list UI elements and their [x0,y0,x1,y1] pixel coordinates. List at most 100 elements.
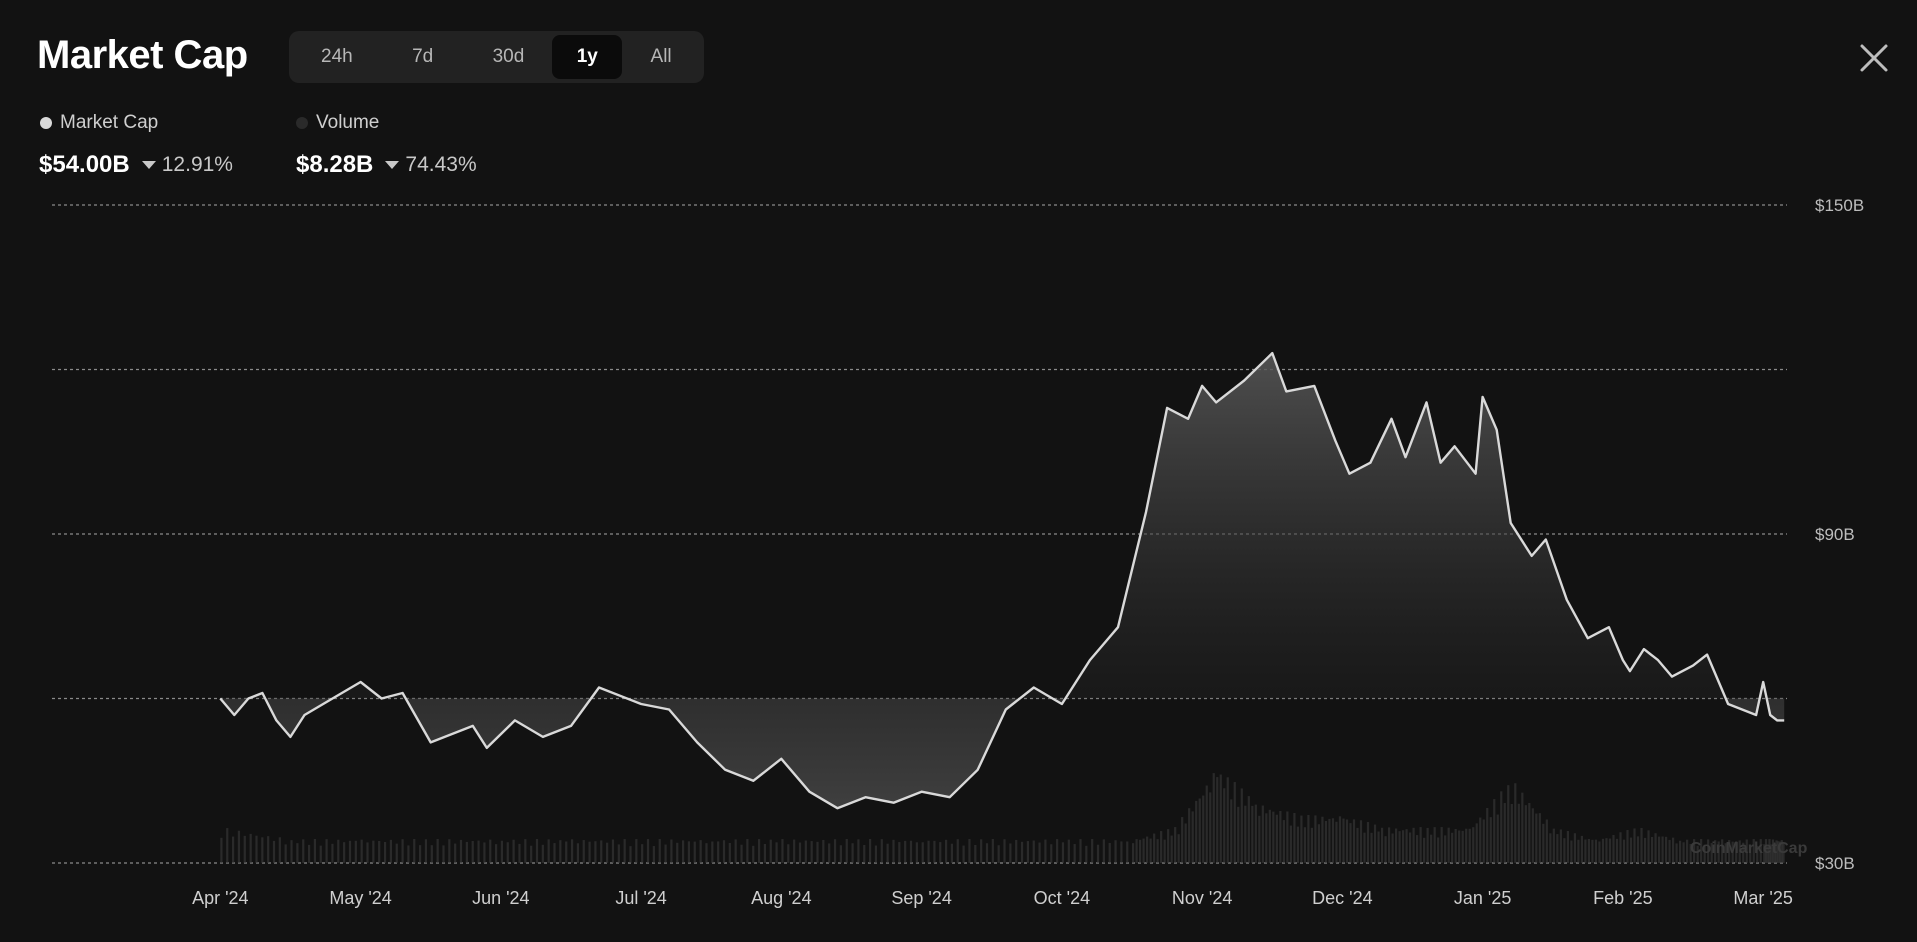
volume-bar [1342,818,1345,863]
volume-bar [1163,839,1166,863]
volume-bar [600,840,603,863]
volume-bar [1188,808,1191,863]
volume-bar [1174,827,1177,863]
volume-bar [1412,827,1415,863]
volume-bar [296,843,299,863]
volume-bar [1366,822,1370,863]
volume-bar [1394,828,1398,863]
x-tick-label: Dec '24 [1312,888,1372,908]
y-axis: $150B $90B $30B [1815,196,1864,873]
volume-bar [1633,828,1636,863]
volume-bar [1032,840,1035,863]
volume-bar [1549,833,1552,863]
volume-bar [506,842,509,863]
volume-bar [1352,819,1356,863]
volume-bar [944,839,948,863]
volume-bar [863,845,866,863]
volume-bar [1205,785,1208,863]
volume-bar [1573,833,1577,863]
volume-bar [307,844,311,863]
volume-bar [1202,795,1205,863]
volume-bar [1258,815,1261,863]
volume-bar [664,844,667,863]
volume-bar [898,842,901,863]
volume-bar [629,846,632,863]
volume-bar [1120,841,1123,863]
volume-bar [845,839,848,863]
volume-bar [1500,791,1503,863]
x-tick-label: Jul '24 [615,888,666,908]
x-tick-label: Aug '24 [751,888,812,908]
volume-bar [378,840,381,863]
volume-bar [933,840,936,863]
volume-bar [1517,803,1520,863]
volume-bar [974,845,977,863]
volume-bar [272,840,276,863]
volume-bar [1307,815,1310,863]
volume-bar [956,839,959,863]
volume-bar [547,839,550,863]
volume-bar [1426,827,1429,863]
volume-bar [798,842,802,863]
volume-bar [220,837,223,863]
volume-bar [787,844,790,863]
volume-bar [1126,841,1129,863]
volume-bar [1244,805,1247,863]
volume-bar [383,841,387,863]
market-cap-chart[interactable]: $150B $90B $30B Apr '24 May '24 Jun '24 Jul '… [0,0,1917,942]
volume-bar [1465,828,1468,863]
volume-bar [1296,826,1299,863]
volume-bar [448,839,451,863]
volume-bar [921,842,924,863]
volume-bar [465,841,468,863]
volume-bar [1454,828,1457,863]
volume-bar [781,839,784,863]
volume-bar [1647,830,1650,863]
volume-bar [869,839,872,863]
volume-bar [1493,799,1496,863]
volume-bar [1363,832,1366,863]
volume-bar [1391,833,1394,863]
volume-bar [302,839,305,863]
volume-bar [1198,798,1201,863]
volume-bar [1387,827,1391,863]
volume-bar [915,842,918,863]
volume-bar [676,842,679,863]
volume-bar [500,840,504,863]
volume-bar [494,844,498,863]
volume-bar [1503,803,1506,863]
volume-bar [1458,830,1461,863]
volume-bar [1015,839,1018,863]
volume-bar [939,842,942,863]
volume-bar [1142,838,1145,863]
volume-bar [1552,828,1555,863]
volume-bar [1314,815,1317,863]
volume-bar [822,839,825,863]
volume-bar [839,845,842,863]
volume-bar [1671,837,1675,863]
volume-bar [1619,832,1622,863]
volume-bar [1380,827,1384,863]
volume-bar [711,841,714,863]
volume-bar [816,841,819,863]
volume-bar [424,839,428,863]
volume-bar [559,840,562,863]
volume-bar [319,845,322,863]
volume-bar [413,839,416,863]
volume-bar [430,845,433,863]
volume-bar [1079,839,1082,863]
volume-bar [454,843,457,863]
volume-bar [570,839,574,863]
volume-bar [980,839,983,863]
x-tick-label: Jun '24 [472,888,529,908]
volume-bar [793,839,796,863]
y-tick-label: $150B [1815,196,1864,215]
volume-bar [1556,834,1559,863]
area-fill-above [220,353,1785,699]
volume-bar [909,840,913,863]
volume-bar [1370,832,1373,863]
volume-bar [1240,788,1243,863]
volume-bar [1146,836,1149,863]
volume-bar [594,841,597,863]
volume-bar [1114,840,1117,863]
